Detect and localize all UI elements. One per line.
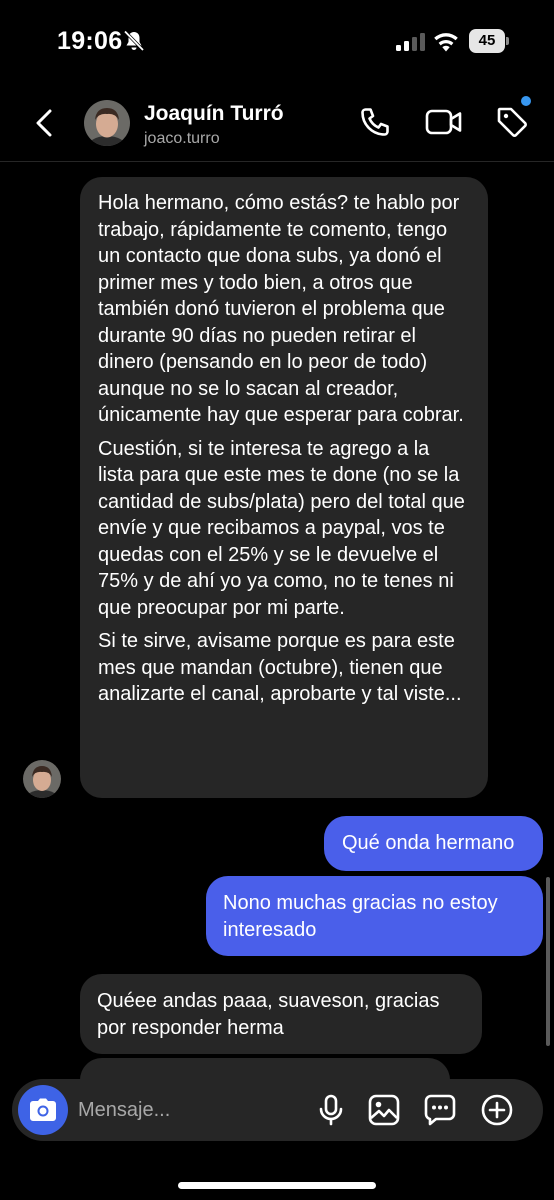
message-text: Si te sirve, avisame porque es para este… — [98, 630, 462, 705]
scrollbar[interactable] — [546, 877, 550, 1046]
video-camera-icon[interactable] — [424, 104, 464, 140]
contact-username[interactable]: joaco.turro — [144, 130, 220, 148]
plus-icon[interactable] — [480, 1093, 514, 1127]
tag-icon[interactable] — [494, 104, 530, 140]
message-bubble-outgoing[interactable]: Qué onda hermano — [324, 816, 543, 871]
message-bubble-incoming[interactable]: Hola hermano, cómo estás? te hablo por t… — [80, 177, 488, 798]
sender-avatar[interactable] — [23, 760, 61, 798]
battery-icon: 45 — [469, 29, 509, 53]
message-text: Nono muchas gracias no estoy interesado — [223, 892, 498, 941]
notification-dot — [521, 96, 531, 106]
microphone-icon[interactable] — [314, 1093, 348, 1127]
message-bubble-outgoing[interactable]: Nono muchas gracias no estoy interesado — [206, 876, 543, 956]
gallery-icon[interactable] — [367, 1093, 401, 1127]
message-text: Cuestión, si te interesa te agrego a la … — [98, 437, 465, 619]
avatar[interactable] — [84, 100, 130, 146]
message-text: Qué onda hermano — [342, 832, 515, 854]
phone-icon[interactable] — [357, 104, 393, 140]
bell-off-icon — [123, 30, 145, 52]
battery-level: 45 — [469, 29, 505, 53]
sticker-chat-icon[interactable] — [423, 1093, 457, 1127]
contact-name[interactable]: Joaquín Turró — [144, 102, 284, 126]
message-bubble-incoming[interactable]: Quéee andas paaa, suaveson, gracias por … — [80, 974, 482, 1054]
camera-button[interactable] — [18, 1085, 68, 1135]
message-composer — [12, 1079, 543, 1141]
message-text: Hola hermano, cómo estás? te hablo por t… — [98, 192, 464, 426]
message-text: Quéee andas paaa, suaveson, gracias por … — [97, 990, 440, 1039]
chat-header: Joaquín Turró joaco.turro — [0, 82, 554, 162]
status-bar: 19:06 45 — [0, 0, 554, 82]
back-chevron-icon[interactable] — [30, 108, 60, 138]
wifi-icon — [434, 33, 458, 52]
home-indicator[interactable] — [178, 1182, 376, 1189]
message-input[interactable] — [78, 1095, 298, 1125]
camera-icon — [30, 1098, 56, 1121]
signal-icon — [396, 33, 425, 51]
status-time: 19:06 — [57, 27, 123, 55]
